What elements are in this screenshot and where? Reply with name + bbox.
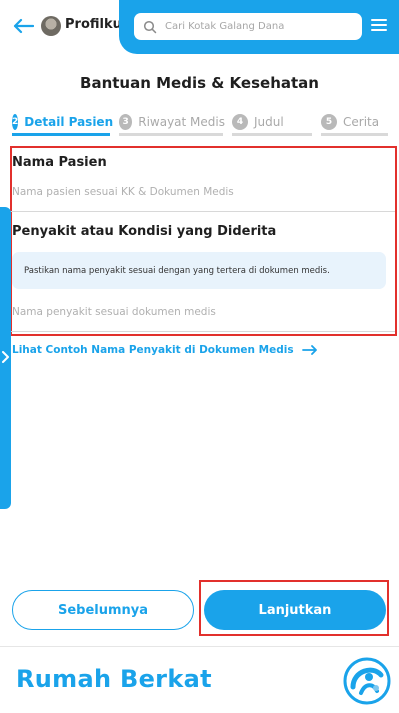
step-label: Riwayat Medis (138, 115, 225, 129)
illness-info-note: Pastikan nama penyakit sesuai dengan yan… (12, 252, 386, 289)
step-bar (321, 133, 388, 136)
hamburger-menu-icon[interactable] (371, 19, 387, 33)
previous-button[interactable]: Sebelumnya (12, 590, 194, 630)
step-progress: 2 Detail Pasien 3 Riwayat Medis 4 Judul … (12, 108, 388, 136)
step-number: 5 (321, 114, 337, 130)
patient-name-input[interactable] (12, 183, 392, 201)
search-box[interactable] (134, 13, 362, 40)
app-header: Profilku (0, 0, 399, 54)
arrow-right-icon (301, 345, 317, 355)
step-bar (12, 133, 110, 136)
next-button[interactable]: Lanjutkan (204, 590, 386, 630)
illness-input[interactable] (12, 303, 392, 321)
chevron-right-icon (2, 351, 9, 363)
step-label: Judul (254, 115, 284, 129)
patient-name-label: Nama Pasien (12, 155, 107, 170)
divider (10, 331, 395, 332)
step-bar (232, 133, 312, 136)
step-label: Detail Pasien (24, 115, 114, 129)
example-link-text: Lihat Contoh Nama Penyakit di Dokumen Me… (12, 344, 294, 356)
step-judul[interactable]: 4 Judul (232, 108, 314, 136)
step-detail-pasien[interactable]: 2 Detail Pasien (12, 108, 114, 136)
arrow-left-icon (13, 18, 34, 34)
footer-divider (0, 646, 399, 647)
step-riwayat-medis[interactable]: 3 Riwayat Medis (119, 108, 225, 136)
step-cerita[interactable]: 5 Cerita (321, 108, 388, 136)
divider (10, 211, 395, 212)
profile-label[interactable]: Profilku (65, 17, 122, 32)
brand-logo-text: Rumah Berkat (16, 665, 212, 693)
avatar[interactable] (41, 16, 61, 36)
brand-logo-icon (343, 657, 391, 705)
step-number: 4 (232, 114, 248, 130)
search-input[interactable] (165, 21, 345, 32)
example-illness-link[interactable]: Lihat Contoh Nama Penyakit di Dokumen Me… (12, 344, 318, 356)
back-button[interactable] (10, 13, 36, 39)
page-title: Bantuan Medis & Kesehatan (80, 74, 319, 92)
step-number: 3 (119, 114, 133, 130)
illness-label: Penyakit atau Kondisi yang Diderita (12, 224, 277, 239)
search-icon (143, 20, 157, 33)
step-bar (119, 133, 223, 136)
side-drawer-tab[interactable] (0, 207, 11, 509)
step-label: Cerita (343, 115, 380, 129)
step-number: 2 (12, 114, 19, 130)
